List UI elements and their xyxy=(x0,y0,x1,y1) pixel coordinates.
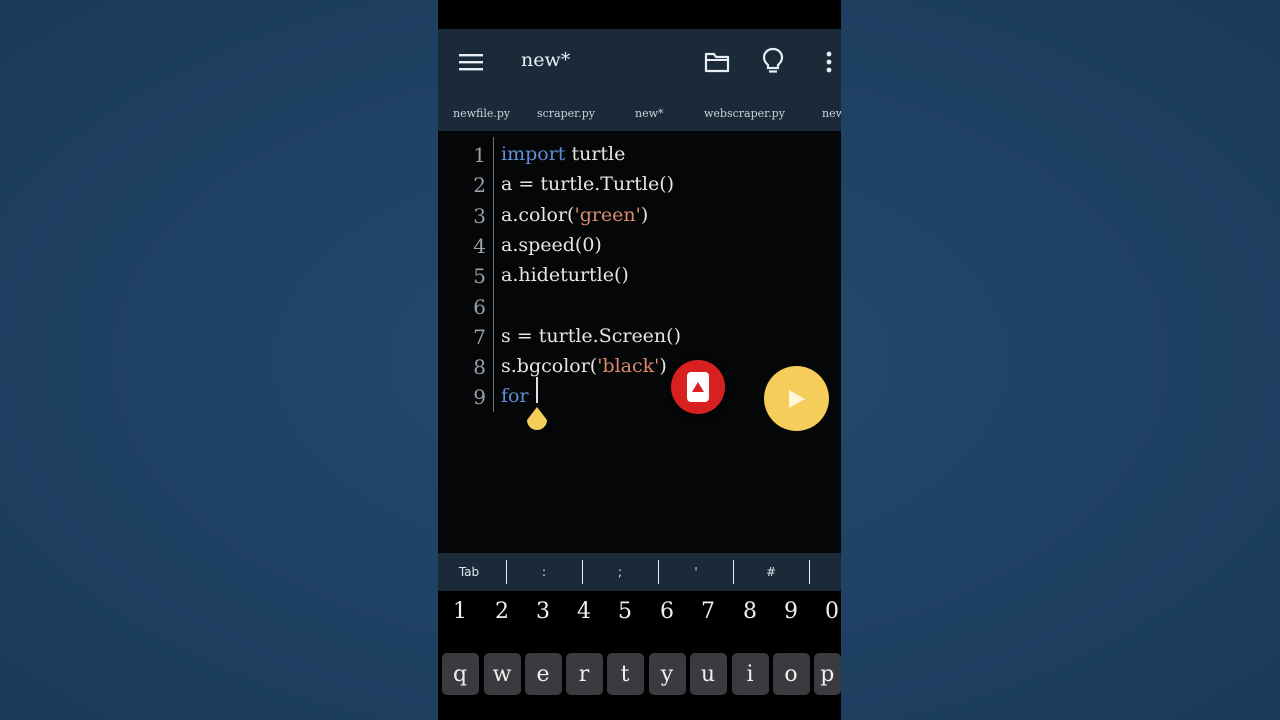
app-title: new* xyxy=(521,49,571,71)
menu-icon[interactable] xyxy=(458,49,484,75)
number-key[interactable]: 6 xyxy=(647,599,687,635)
code-token: a.hideturtle() xyxy=(501,264,629,287)
letter-key[interactable]: u xyxy=(689,653,727,695)
folder-icon[interactable] xyxy=(703,48,731,76)
code-line: a = turtle.Turtle() xyxy=(501,173,674,195)
number-key[interactable]: 1 xyxy=(440,599,480,635)
line-number: 2 xyxy=(473,173,486,198)
code-editor[interactable]: 1 2 3 4 5 6 7 8 9 import turtle a = turtle.Turtle(… xyxy=(438,131,841,553)
line-number: 9 xyxy=(473,385,486,410)
symbol-separator xyxy=(809,560,810,584)
letter-key[interactable]: y xyxy=(648,653,686,695)
line-number: 7 xyxy=(473,324,486,349)
string-token: 'black' xyxy=(597,355,660,378)
run-button[interactable] xyxy=(764,366,829,431)
letter-key[interactable]: r xyxy=(565,653,603,695)
symbol-key[interactable]: ' xyxy=(666,553,726,591)
number-key[interactable]: 3 xyxy=(523,599,563,635)
tab-webscraper[interactable]: webscraper.py xyxy=(704,107,785,120)
code-token: a = turtle.Turtle() xyxy=(501,173,675,196)
symbol-separator xyxy=(733,560,734,584)
symbol-separator xyxy=(658,560,659,584)
letter-key[interactable]: t xyxy=(606,653,644,695)
arrow-up-icon xyxy=(687,372,709,402)
symbol-key[interactable]: Tab xyxy=(439,553,499,591)
line-number: 4 xyxy=(473,233,486,258)
line-number: 6 xyxy=(473,294,486,319)
tab-new[interactable]: new xyxy=(822,107,841,120)
letter-key[interactable]: o xyxy=(772,653,810,695)
code-token: s = turtle.Screen() xyxy=(501,324,681,347)
gutter-divider xyxy=(493,137,494,412)
letter-key[interactable]: p xyxy=(813,653,841,695)
symbol-key[interactable]: ; xyxy=(590,553,650,591)
phone-screen: new* newfile.py scraper.py new* webscrap… xyxy=(438,0,841,720)
cursor-handle[interactable] xyxy=(525,405,549,433)
keyboard: 1234567890 qwertyuiop xyxy=(438,591,841,720)
letter-key[interactable]: w xyxy=(483,653,521,695)
more-vert-icon[interactable] xyxy=(821,47,837,77)
keyword-token: for xyxy=(501,385,529,408)
line-number: 8 xyxy=(473,355,486,380)
symbol-bar: Tab:; ' # xyxy=(438,553,841,591)
keyword-token: import xyxy=(501,143,566,165)
symbol-separator xyxy=(506,560,507,584)
code-line: a.color('green') xyxy=(501,204,648,226)
code-token: s.bgcolor( xyxy=(501,355,598,378)
code-line: s.bgcolor('black') xyxy=(501,355,667,377)
number-key[interactable]: 8 xyxy=(730,599,770,635)
code-line: import turtle xyxy=(501,143,625,165)
tab-new-active[interactable]: new* xyxy=(635,107,664,120)
tab-newfile[interactable]: newfile.py xyxy=(453,107,510,120)
lightbulb-icon[interactable] xyxy=(760,46,786,76)
number-key[interactable]: 0 xyxy=(812,599,841,635)
symbol-separator xyxy=(582,560,583,584)
code-token: ) xyxy=(640,203,649,226)
number-key[interactable]: 2 xyxy=(482,599,522,635)
arrow-up-button[interactable] xyxy=(671,360,725,414)
code-line: for xyxy=(501,385,535,407)
code-token: ) xyxy=(659,355,667,378)
symbol-key[interactable]: # xyxy=(741,553,801,591)
number-key[interactable]: 9 xyxy=(771,599,811,635)
line-number: 5 xyxy=(473,264,486,289)
letter-key[interactable]: i xyxy=(731,653,769,695)
file-tab-bar: newfile.py scraper.py new* webscraper.py… xyxy=(438,93,841,131)
letter-key[interactable]: e xyxy=(524,653,562,695)
line-number: 3 xyxy=(473,203,486,228)
number-key[interactable]: 5 xyxy=(605,599,645,635)
code-token: turtle xyxy=(565,143,626,165)
code-token: a.color( xyxy=(501,203,575,226)
code-line: a.hideturtle() xyxy=(501,264,629,286)
code-line: s = turtle.Screen() xyxy=(501,325,681,347)
letter-key[interactable]: q xyxy=(441,653,479,695)
number-key[interactable]: 4 xyxy=(564,599,604,635)
code-token: a.speed(0) xyxy=(501,233,602,256)
code-line: a.speed(0) xyxy=(501,234,602,256)
play-icon xyxy=(788,389,805,408)
app-bar: new* xyxy=(438,29,841,93)
status-bar xyxy=(438,0,841,29)
line-number: 1 xyxy=(473,143,486,167)
string-token: 'green' xyxy=(574,203,641,226)
text-cursor xyxy=(536,377,538,403)
number-key[interactable]: 7 xyxy=(688,599,728,635)
tab-scraper[interactable]: scraper.py xyxy=(537,107,595,120)
symbol-key[interactable]: : xyxy=(514,553,574,591)
